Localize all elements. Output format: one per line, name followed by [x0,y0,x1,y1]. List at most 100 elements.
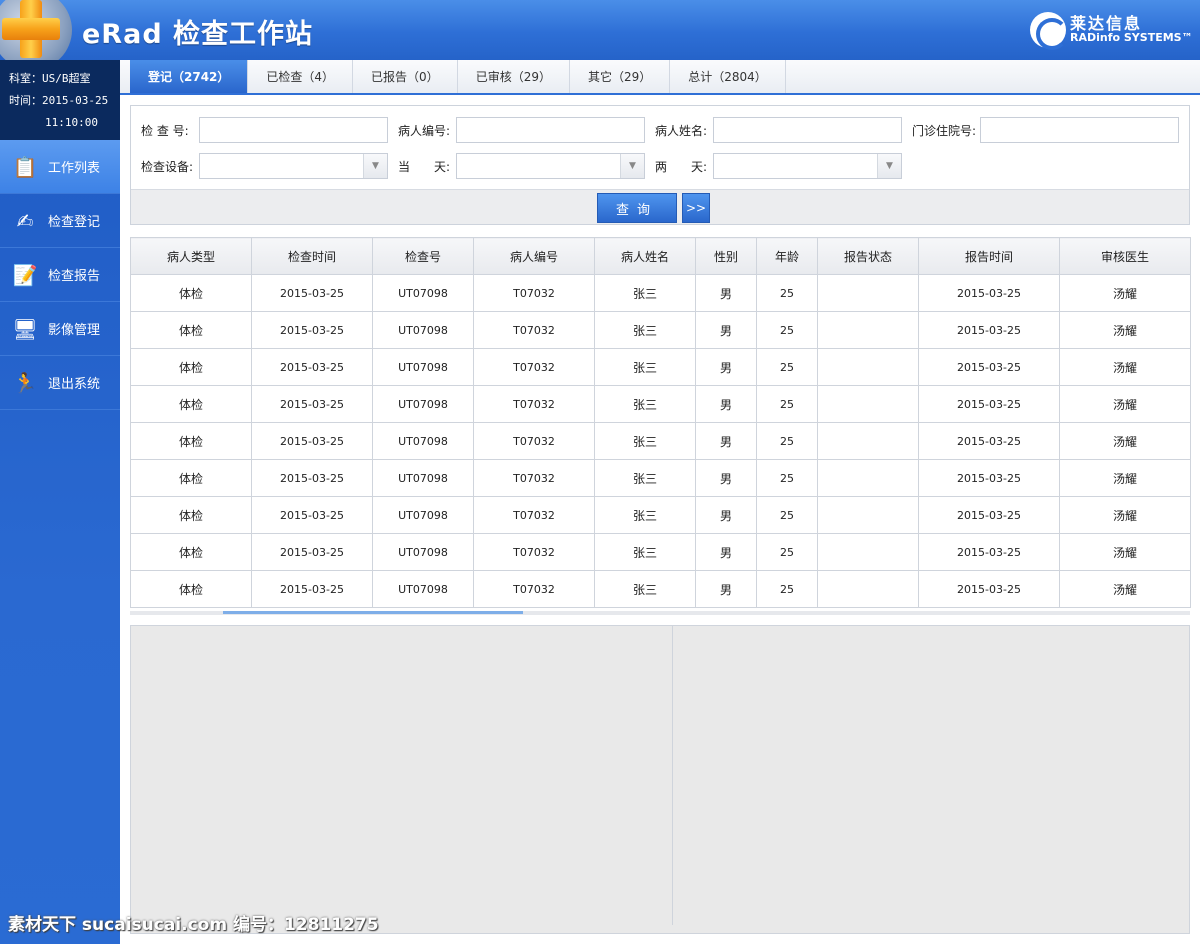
table-cell: T07032 [473,570,595,608]
nav-item-label: 工作列表 [48,161,101,176]
table-cell: 体检 [130,459,252,497]
table-cell: 体检 [130,385,252,423]
table-cell: 体检 [130,274,252,312]
table-cell: 2015-03-25 [251,496,373,534]
table-cell: 张三 [594,385,696,423]
table-row[interactable]: 体检 2015-03-25 UT07098 T07032 张三男 25 2015-03-25… [130,459,1191,497]
nav-item-worklist[interactable]: 📋 工作列表 [0,140,120,194]
table-cell: 25 [756,348,818,386]
table-cell: 男 [695,422,757,460]
table-cell: 张三 [594,459,696,497]
patient-name-input[interactable] [713,117,902,143]
table-row[interactable]: 体检 2015-03-25 UT07098 T07032 张三男 25 2015-03-25… [130,422,1191,460]
table-header-row: 病人类型 检查时间 检查号 病人编号 病人姓名 性别 年龄 报告状态 报告时间 审核医生 [130,237,1191,275]
time-label: 时间： [9,94,42,107]
horizontal-scrollbar[interactable] [130,611,1190,615]
table-cell: UT07098 [372,348,474,386]
exam-no-input[interactable] [199,117,388,143]
column-header[interactable]: 检查时间 [251,237,373,275]
table-cell: 张三 [594,274,696,312]
column-header[interactable]: 病人类型 [130,237,252,275]
table-cell: 25 [756,311,818,349]
table-row[interactable]: 体检 2015-03-25 UT07098 T07032 张三男 25 2015-03-25… [130,496,1191,534]
tab-reported[interactable]: 已报告（0） [353,60,458,93]
column-header[interactable]: 性别 [695,237,757,275]
table-cell: 2015-03-25 [918,385,1060,423]
device-select[interactable]: ▼ [199,153,388,179]
nav-item-report[interactable]: 📝 检查报告 [0,248,120,302]
nav-item-register[interactable]: ✍ 检查登记 [0,194,120,248]
scrollbar-thumb[interactable] [223,611,523,614]
column-header[interactable]: 年龄 [756,237,818,275]
search-action-bar: 查询 >> [131,189,1189,224]
table-row[interactable]: 体检 2015-03-25 UT07098 T07032 张三男 25 2015-03-25… [130,570,1191,608]
table-cell [817,459,919,497]
table-cell: 汤耀 [1059,348,1191,386]
table-cell: T07032 [473,348,595,386]
column-header[interactable]: 报告时间 [918,237,1060,275]
two-days-select[interactable]: ▼ [713,153,902,179]
nav-item-image-manage[interactable]: 🖥 影像管理 [0,302,120,356]
worklist-table: 病人类型 检查时间 检查号 病人编号 病人姓名 性别 年龄 报告状态 报告时间 审核医生 体检 20… [130,237,1191,608]
table-cell: 男 [695,570,757,608]
table-cell: 25 [756,533,818,571]
table-cell [817,570,919,608]
column-header[interactable]: 病人姓名 [594,237,696,275]
query-button[interactable]: 查询 [597,193,677,223]
patient-no-input[interactable] [456,117,645,143]
today-label: 当 天: [398,159,451,174]
report-icon: 📝 [12,262,38,287]
table-cell: 男 [695,274,757,312]
expand-more-button[interactable]: >> [682,193,710,223]
table-row[interactable]: 体检 2015-03-25 UT07098 T07032 张三男 25 2015-03-25… [130,348,1191,386]
time-value: 11:10:00 [45,116,98,129]
table-row[interactable]: 体检 2015-03-25 UT07098 T07032 张三男 25 2015-03-25… [130,533,1191,571]
tab-total[interactable]: 总计（2804） [670,60,786,93]
search-panel: 检 查 号: 病人编号: 病人姓名: 门诊住院号: 检查设备: ▼ 当 天: ▼… [130,105,1190,225]
table-cell: UT07098 [372,385,474,423]
table-cell: UT07098 [372,496,474,534]
dept-value: US/B超室 [42,72,91,85]
brand-logo: 莱达信息 RADinfo SYSTEMS™ [1030,10,1193,50]
table-cell: 2015-03-25 [251,385,373,423]
table-cell: 25 [756,274,818,312]
today-select[interactable]: ▼ [456,153,645,179]
table-cell: UT07098 [372,422,474,460]
detail-panel-right [678,626,1189,925]
tab-registered[interactable]: 登记（2742） [130,60,249,93]
column-header[interactable]: 报告状态 [817,237,919,275]
column-header[interactable]: 审核医生 [1059,237,1191,275]
table-cell: 2015-03-25 [251,422,373,460]
table-cell: 张三 [594,570,696,608]
table-row[interactable]: 体检 2015-03-25 UT07098 T07032 张三男 25 2015-03-25… [130,385,1191,423]
nav-item-label: 退出系统 [48,377,101,392]
table-cell: 汤耀 [1059,311,1191,349]
tab-examined[interactable]: 已检查（4） [248,60,354,93]
nav-item-exit[interactable]: 🏃 退出系统 [0,356,120,410]
exit-icon: 🏃 [12,370,38,395]
table-cell: T07032 [473,496,595,534]
outpatient-no-input[interactable] [980,117,1179,143]
table-row[interactable]: 体检 2015-03-25 UT07098 T07032 张三男 25 2015-03-25… [130,311,1191,349]
table-row[interactable]: 体检 2015-03-25 UT07098 T07032 张三男 25 2015-03-25… [130,274,1191,312]
tab-other[interactable]: 其它（29） [570,60,671,93]
table-cell: T07032 [473,274,595,312]
nav-item-label: 检查报告 [48,269,101,284]
table-cell: 25 [756,459,818,497]
table-cell: 2015-03-25 [918,311,1060,349]
table-cell: 2015-03-25 [251,459,373,497]
dept-label: 科室： [9,72,42,85]
detail-panel-left [131,626,673,925]
column-header[interactable]: 检查号 [372,237,474,275]
table-cell: 张三 [594,311,696,349]
table-cell: 体检 [130,422,252,460]
column-header[interactable]: 病人编号 [473,237,595,275]
chevron-down-icon: ▼ [877,154,901,178]
table-cell: 2015-03-25 [918,422,1060,460]
table-cell: 汤耀 [1059,385,1191,423]
tab-reviewed[interactable]: 已审核（29） [458,60,570,93]
table-cell [817,422,919,460]
table-cell: 男 [695,459,757,497]
table-cell: T07032 [473,311,595,349]
table-cell: 汤耀 [1059,459,1191,497]
